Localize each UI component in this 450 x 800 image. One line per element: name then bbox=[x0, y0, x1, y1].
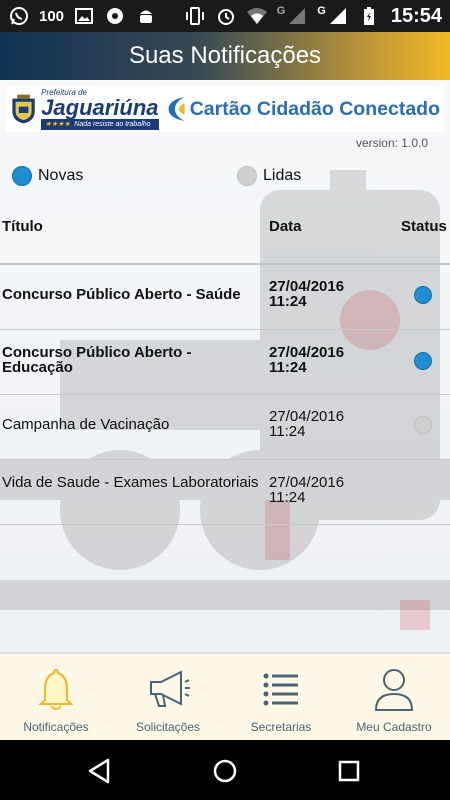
nav-label: Solicitações bbox=[135, 720, 201, 734]
battery-icon bbox=[358, 5, 380, 27]
notification-title: Concurso Público Aberto - Educação bbox=[2, 344, 192, 376]
network-type-1: G bbox=[276, 5, 286, 17]
stars: ★★★★ bbox=[45, 121, 71, 128]
alarm-icon bbox=[215, 5, 237, 27]
recent-apps-icon[interactable] bbox=[334, 756, 364, 786]
status-indicator bbox=[414, 352, 432, 375]
notification-title: Vida de Saude - Exames Laboratoriais bbox=[2, 474, 259, 491]
legend-read-label: Lidas bbox=[263, 167, 302, 184]
system-navigation-bar bbox=[0, 740, 450, 800]
notification-row[interactable]: Vida de Saude - Exames Laboratoriais 27/… bbox=[0, 460, 450, 524]
cartao-cidadao-logo-icon bbox=[168, 97, 185, 121]
bottom-navigation: Notificações Solicitações Secretarias Me… bbox=[0, 652, 450, 740]
page-title: Suas Notificações bbox=[128, 42, 322, 69]
signal-icon bbox=[286, 5, 308, 27]
notification-date: 27/04/2016 11:24 bbox=[269, 408, 345, 440]
nav-secretarias[interactable]: Secretarias bbox=[225, 654, 337, 740]
notification-row[interactable]: Campanha de Vacinação 27/04/2016 11:24 bbox=[0, 395, 450, 459]
megaphone-icon bbox=[150, 670, 190, 707]
back-icon[interactable] bbox=[84, 756, 114, 786]
home-icon[interactable] bbox=[210, 756, 240, 786]
notification-count: 100 bbox=[39, 7, 65, 25]
status-indicator bbox=[414, 286, 432, 309]
notification-title: Concurso Público Aberto - Saúde bbox=[2, 286, 241, 303]
program-name: Cartão Cidadão Conectado bbox=[189, 97, 440, 120]
notification-row[interactable]: Concurso Público Aberto - Educação 27/04… bbox=[0, 330, 450, 394]
column-title: Título bbox=[2, 218, 43, 235]
legend-read: Lidas bbox=[237, 166, 301, 186]
notification-date: 27/04/2016 11:24 bbox=[269, 344, 345, 376]
slogan: Nada resiste ao trabalho bbox=[74, 121, 151, 128]
coat-of-arms-icon bbox=[12, 94, 35, 124]
legend-new-label: Novas bbox=[38, 167, 84, 184]
new-status-dot-icon bbox=[414, 286, 432, 304]
nav-meu-cadastro[interactable]: Meu Cadastro bbox=[338, 654, 450, 740]
app-version: version: 1.0.0 bbox=[355, 136, 428, 150]
slogan-bar: ★★★★ Nada resiste ao trabalho bbox=[41, 119, 159, 130]
legend-new: Novas bbox=[12, 166, 83, 186]
city-name: Jaguariúna bbox=[41, 95, 159, 120]
whatsapp-icon bbox=[8, 5, 30, 27]
nav-label: Notificações bbox=[23, 720, 89, 734]
wifi-icon bbox=[246, 5, 268, 27]
read-status-dot-icon bbox=[237, 166, 257, 186]
android-icon bbox=[135, 5, 157, 27]
notifications-panel: Prefeitura de Jaguariúna ★★★★ Nada resis… bbox=[0, 80, 450, 652]
read-status-dot-icon bbox=[414, 416, 432, 434]
row-divider bbox=[0, 524, 450, 525]
status-bar: 100 G G 15:54 bbox=[0, 0, 450, 32]
user-icon bbox=[374, 669, 414, 711]
notification-date: 27/04/2016 11:24 bbox=[269, 474, 345, 506]
bell-icon bbox=[38, 668, 74, 710]
signal-icon-2 bbox=[327, 5, 349, 27]
new-status-dot-icon bbox=[12, 166, 32, 186]
column-status: Status bbox=[401, 218, 447, 235]
brand-banner: Prefeitura de Jaguariúna ★★★★ Nada resis… bbox=[6, 86, 444, 132]
nav-solicitacoes[interactable]: Solicitações bbox=[112, 654, 224, 740]
network-type-2: G bbox=[317, 5, 326, 17]
list-icon bbox=[263, 673, 298, 706]
image-icon bbox=[73, 5, 95, 27]
notification-date: 27/04/2016 11:24 bbox=[269, 278, 345, 310]
status-indicator bbox=[414, 416, 432, 439]
app-header: Suas Notificações bbox=[0, 32, 450, 80]
nav-label: Secretarias bbox=[250, 720, 312, 734]
clock: 15:54 bbox=[390, 4, 442, 27]
notification-title: Campanha de Vacinação bbox=[2, 416, 170, 433]
nav-notificacoes[interactable]: Notificações bbox=[0, 654, 112, 740]
app-icon bbox=[104, 5, 126, 27]
notification-row[interactable]: Concurso Público Aberto - Saúde 27/04/20… bbox=[0, 265, 450, 329]
status-legend: Novas Lidas bbox=[12, 166, 432, 186]
new-status-dot-icon bbox=[414, 352, 432, 370]
column-date: Data bbox=[269, 218, 302, 235]
nav-label: Meu Cadastro bbox=[356, 720, 432, 734]
vibrate-icon bbox=[184, 5, 206, 27]
table-header: Título Data Status bbox=[0, 218, 450, 238]
